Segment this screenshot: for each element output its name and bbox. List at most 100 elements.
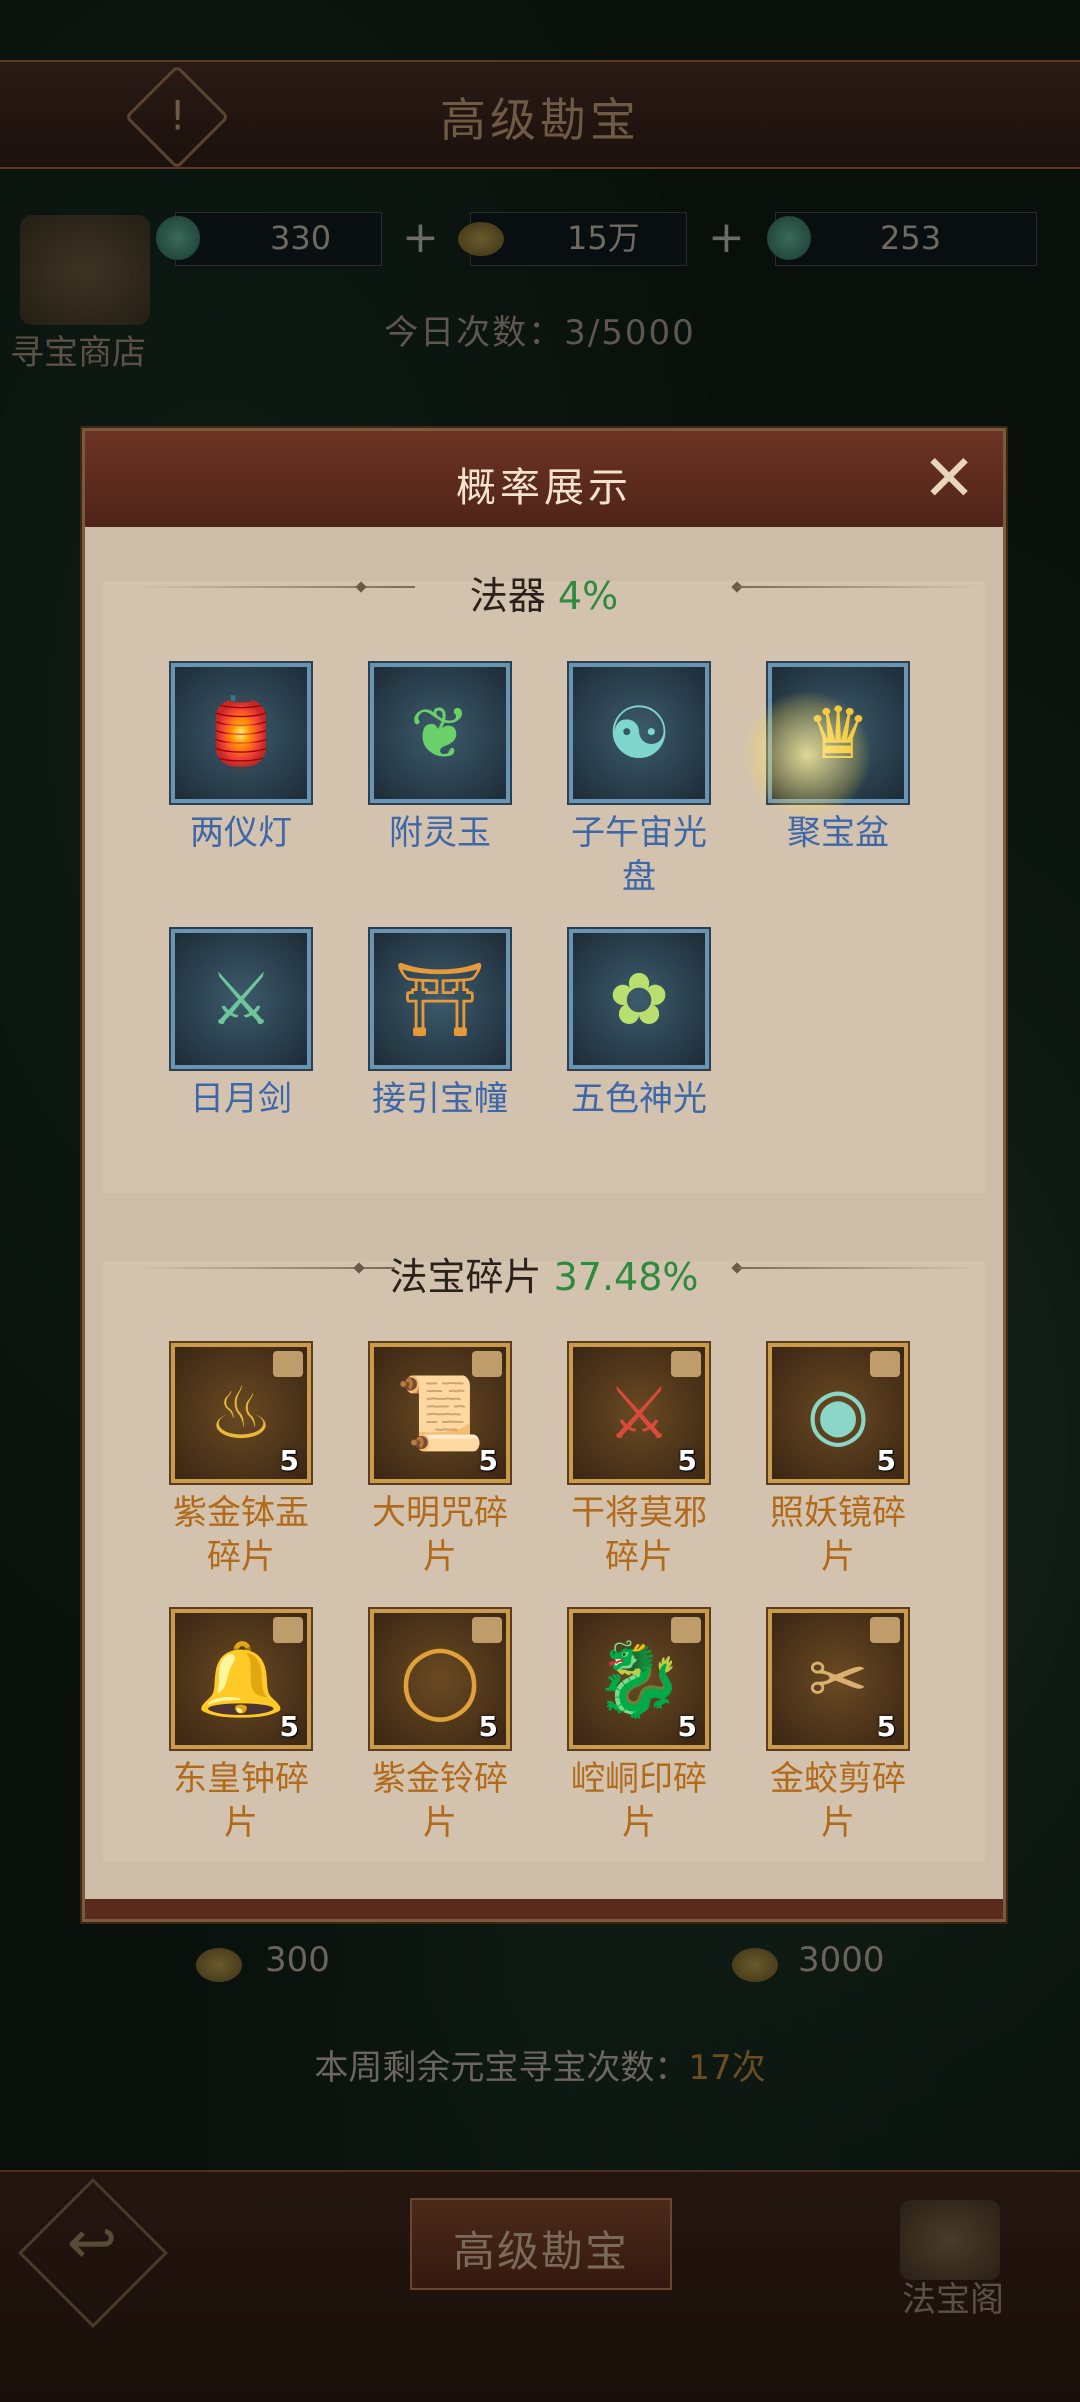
modal-title: 概率展示 <box>456 465 632 511</box>
section-percent: 4% <box>557 574 619 618</box>
fragment-name: 干将莫邪 碎片 <box>571 1493 707 1577</box>
item-name: 五色神光 <box>571 1079 707 1119</box>
fragment-tile: ◉ 5 <box>768 1343 908 1483</box>
fragment-card[interactable]: 📜 5 大明咒碎片 <box>340 1343 540 1579</box>
puzzle-icon <box>273 1351 303 1377</box>
fragment-card[interactable]: ◯ 5 紫金铃碎片 <box>340 1609 540 1845</box>
section-header-fragments: 法宝碎片 37.48% <box>85 1246 1003 1301</box>
jade-disc-icon <box>767 216 811 260</box>
divider-right <box>737 1267 977 1269</box>
puzzle-icon <box>870 1351 900 1377</box>
puzzle-icon <box>671 1617 701 1643</box>
fragment-name: 崆峒印碎片 <box>571 1759 707 1843</box>
puzzle-icon <box>273 1617 303 1643</box>
top-bar: ! 高级勘宝 <box>0 60 1080 170</box>
item-card[interactable]: ⚔ 日月剑 <box>141 929 341 1121</box>
currency-value-3: 253 <box>880 219 942 257</box>
fragment-card[interactable]: ◉ 5 照妖镜碎片 <box>738 1343 938 1579</box>
fragment-tile: 🔔 5 <box>171 1609 311 1749</box>
lantern-icon: 🏮 <box>196 691 286 775</box>
fragment-count: 5 <box>677 1710 697 1743</box>
sword-icon: ⚔ <box>208 957 274 1041</box>
today-count: 今日次数：3/5000 <box>384 313 696 353</box>
item-card[interactable]: ✿ 五色神光 <box>539 929 739 1121</box>
back-arrow-icon: ↩ <box>66 2208 118 2278</box>
fragment-card[interactable]: ⚔ 5 干将莫邪 碎片 <box>539 1343 739 1579</box>
fragment-name: 紫金钵盂 碎片 <box>173 1493 309 1577</box>
five-lights-icon: ✿ <box>608 957 670 1041</box>
jade-pendant-icon: ❦ <box>409 691 471 775</box>
multi-draw-cost: 3000 <box>798 1940 885 1980</box>
item-card[interactable]: 🏮 两仪灯 <box>141 663 341 855</box>
add-currency-button-2[interactable]: + <box>708 212 745 264</box>
fragment-count: 5 <box>279 1444 299 1477</box>
puzzle-icon <box>870 1617 900 1643</box>
gold-ingot-icon <box>196 1948 242 1982</box>
section-label: 法器 <box>469 574 546 618</box>
item-tile: ❦ <box>370 663 510 803</box>
fragment-count: 5 <box>677 1444 697 1477</box>
fragment-tile: 📜 5 <box>370 1343 510 1483</box>
jade-token-icon <box>156 216 200 260</box>
modal-header: 概率展示 ✕ <box>85 431 1003 527</box>
item-tile: ⚔ <box>171 929 311 1069</box>
advanced-explore-button[interactable]: 高级勘宝 <box>410 2198 672 2290</box>
fragment-count: 5 <box>478 1444 498 1477</box>
fragment-card[interactable]: 🐉 5 崆峒印碎片 <box>539 1609 739 1845</box>
currency-value-2: 15万 <box>567 219 640 257</box>
single-draw-cost: 300 <box>265 1940 330 1980</box>
item-name: 日月剑 <box>190 1079 292 1119</box>
sparkle-glow <box>742 690 872 820</box>
pagoda-icon: ⛩ <box>394 957 486 1041</box>
item-card[interactable]: ❦ 附灵玉 <box>340 663 540 855</box>
fragment-tile: 🐉 5 <box>569 1609 709 1749</box>
currency-value-1: 330 <box>270 219 332 257</box>
divider-right <box>737 586 977 588</box>
probability-modal: 概率展示 ✕ 法器 4% 🏮 两仪灯 ❦ 附灵玉 ☯ 子午宙光盘 ♛ 聚宝盆 ⚔… <box>82 428 1006 1922</box>
item-name: 两仪灯 <box>190 813 292 853</box>
fragment-tile: ♨ 5 <box>171 1343 311 1483</box>
item-tile: ☯ <box>569 663 709 803</box>
gold-ingot-icon <box>458 222 504 256</box>
page-title: 高级勘宝 <box>440 93 640 147</box>
item-name: 子午宙光盘 <box>571 813 707 897</box>
section-percent: 37.48% <box>553 1255 699 1299</box>
weekly-remaining: 本周剩余元宝寻宝次数：17次 <box>314 2048 766 2088</box>
add-currency-button-1[interactable]: + <box>402 212 439 264</box>
gold-ingot-icon <box>732 1948 778 1982</box>
close-button[interactable]: ✕ <box>917 447 981 511</box>
bagua-disc-icon: ☯ <box>606 691 672 775</box>
treasure-pavilion-icon[interactable] <box>900 2200 1000 2280</box>
section-header-artifacts: 法器 4% <box>85 565 1003 620</box>
item-card[interactable]: ☯ 子午宙光盘 <box>539 663 739 899</box>
fragment-card[interactable]: ♨ 5 紫金钵盂 碎片 <box>141 1343 341 1579</box>
puzzle-icon <box>671 1351 701 1377</box>
item-tile: 🏮 <box>171 663 311 803</box>
item-name: 附灵玉 <box>389 813 491 853</box>
fragment-card[interactable]: ✂ 5 金蛟剪碎片 <box>738 1609 938 1845</box>
item-tile: ⛩ <box>370 929 510 1069</box>
fragment-tile: ✂ 5 <box>768 1609 908 1749</box>
item-name: 聚宝盆 <box>787 813 889 853</box>
item-card[interactable]: ⛩ 接引宝幢 <box>340 929 540 1121</box>
fragment-tile: ◯ 5 <box>370 1609 510 1749</box>
fragment-name: 东皇钟碎片 <box>173 1759 309 1843</box>
item-name: 接引宝幢 <box>372 1079 508 1119</box>
fragment-tile: ⚔ 5 <box>569 1343 709 1483</box>
section-label: 法宝碎片 <box>389 1255 542 1299</box>
puzzle-icon <box>472 1617 502 1643</box>
fragment-count: 5 <box>876 1444 896 1477</box>
fragment-count: 5 <box>876 1710 896 1743</box>
fragment-name: 大明咒碎片 <box>372 1493 508 1577</box>
item-tile: ✿ <box>569 929 709 1069</box>
fragment-name: 金蛟剪碎片 <box>770 1759 906 1843</box>
fragment-count: 5 <box>279 1710 299 1743</box>
fragment-card[interactable]: 🔔 5 东皇钟碎片 <box>141 1609 341 1845</box>
fragment-count: 5 <box>478 1710 498 1743</box>
modal-footer <box>85 1899 1003 1919</box>
close-icon: ✕ <box>922 442 976 516</box>
treasure-pavilion-label[interactable]: 法宝阁 <box>902 2272 1004 2321</box>
puzzle-icon <box>472 1351 502 1377</box>
fragment-name: 紫金铃碎片 <box>372 1759 508 1843</box>
fragment-name: 照妖镜碎片 <box>770 1493 906 1577</box>
